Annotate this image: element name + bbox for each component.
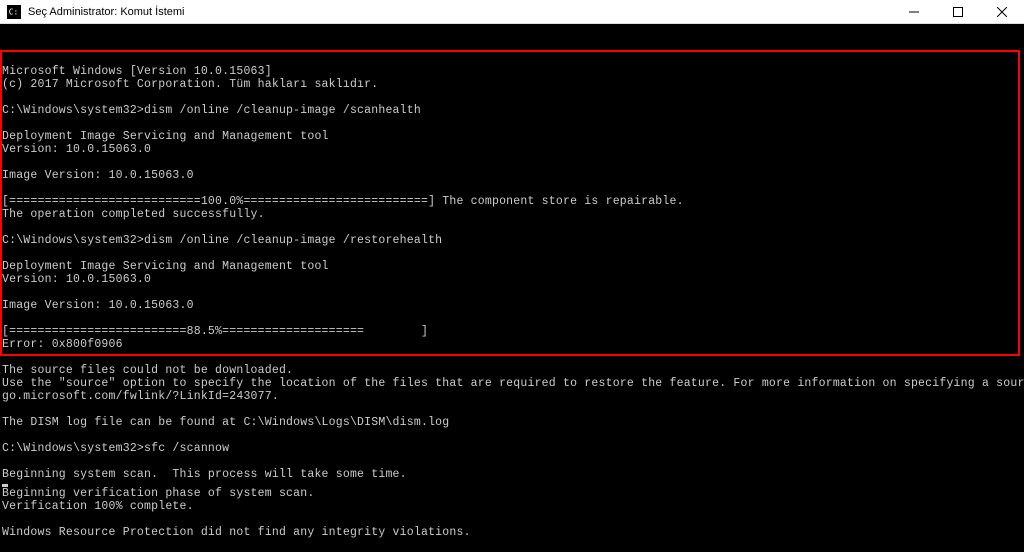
terminal-line: [2, 247, 1022, 260]
terminal-line: [2, 156, 1022, 169]
terminal-line: [2, 455, 1022, 468]
terminal-line: [2, 182, 1022, 195]
terminal-line: Use the "source" option to specify the l…: [2, 377, 1022, 390]
terminal-line: [2, 539, 1022, 552]
terminal-line: C:\Windows\system32>dism /online /cleanu…: [2, 104, 1022, 117]
terminal-line: Deployment Image Servicing and Managemen…: [2, 130, 1022, 143]
terminal-line: C:\Windows\system32>dism /online /cleanu…: [2, 234, 1022, 247]
maximize-button[interactable]: [936, 0, 980, 24]
terminal-line: Error: 0x800f0906: [2, 338, 1022, 351]
terminal-line: Beginning system scan. This process will…: [2, 468, 1022, 481]
window-controls: [892, 0, 1024, 24]
terminal-line: go.microsoft.com/fwlink/?LinkId=243077.: [2, 390, 1022, 403]
terminal-line: The source files could not be downloaded…: [2, 364, 1022, 377]
terminal-line: [=========================88.5%=========…: [2, 325, 1022, 338]
close-button[interactable]: [980, 0, 1024, 24]
terminal-line: [2, 117, 1022, 130]
titlebar[interactable]: C: Seç Administrator: Komut İstemi: [0, 0, 1024, 24]
terminal-line: The DISM log file can be found at C:\Win…: [2, 416, 1022, 429]
terminal-line: [===========================100.0%======…: [2, 195, 1022, 208]
terminal-line: Verification 100% complete.: [2, 500, 1022, 513]
terminal-line: [2, 312, 1022, 325]
terminal-line: [2, 403, 1022, 416]
terminal-line: [2, 221, 1022, 234]
svg-text:C:: C:: [9, 7, 18, 16]
terminal-line: [2, 351, 1022, 364]
terminal-line: [2, 429, 1022, 442]
terminal-line: Deployment Image Servicing and Managemen…: [2, 260, 1022, 273]
terminal-line: Image Version: 10.0.15063.0: [2, 169, 1022, 182]
terminal-line: Version: 10.0.15063.0: [2, 143, 1022, 156]
terminal-output[interactable]: Microsoft Windows [Version 10.0.15063](c…: [0, 24, 1024, 552]
terminal-line: Windows Resource Protection did not find…: [2, 526, 1022, 539]
terminal-line: [2, 91, 1022, 104]
minimize-button[interactable]: [892, 0, 936, 24]
terminal-line: [2, 286, 1022, 299]
terminal-line: Image Version: 10.0.15063.0: [2, 299, 1022, 312]
terminal-line: Version: 10.0.15063.0: [2, 273, 1022, 286]
window-title: Seç Administrator: Komut İstemi: [28, 6, 892, 18]
app-window: C: Seç Administrator: Komut İstemi Micro…: [0, 0, 1024, 552]
terminal-line: (c) 2017 Microsoft Corporation. Tüm hakl…: [2, 78, 1022, 91]
terminal-line: Microsoft Windows [Version 10.0.15063]: [2, 65, 1022, 78]
terminal-line: Beginning verification phase of system s…: [2, 487, 1022, 500]
cmd-icon: C:: [6, 4, 22, 20]
terminal-line: [2, 513, 1022, 526]
terminal-line: The operation completed successfully.: [2, 208, 1022, 221]
terminal-line: C:\Windows\system32>sfc /scannow: [2, 442, 1022, 455]
